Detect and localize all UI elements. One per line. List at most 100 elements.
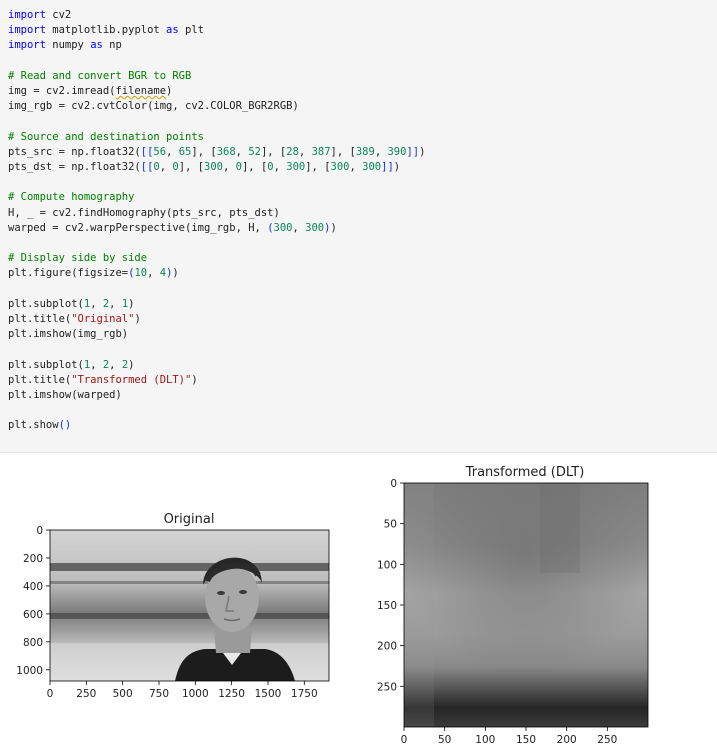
code-token: , (298, 145, 312, 158)
code-line: plt.subplot(1, 2, 2) (8, 358, 134, 373)
code-token: pts_dst = np.float32( (8, 161, 141, 173)
code-token: 387 (311, 145, 331, 158)
code-token: 10 (134, 267, 148, 280)
code-line: plt.imshow(img_rgb) (8, 327, 128, 342)
code-token: 389 (355, 145, 375, 158)
code-token: np (102, 39, 122, 52)
x-tick-label: 500 (113, 688, 133, 700)
y-tick-label: 100 (377, 559, 397, 571)
code-token: matplotlib.pyplot (45, 24, 167, 37)
code-token: [[ (140, 161, 154, 173)
code-token: , (166, 145, 179, 158)
code-line: # Display side by side (8, 251, 147, 266)
code-line: import matplotlib.pyplot as plt (8, 23, 204, 38)
code-token: pts_src = np.float32( (8, 145, 141, 158)
code-token: 300 (362, 161, 382, 173)
transformed-axes: Transformed (DLT) 0 50 100 150 200 250 0 50 100… (377, 465, 649, 746)
code-line: plt.show() (8, 418, 71, 433)
code-line: warped = cv2.warpPerspective(img_rgb, H,… (8, 221, 337, 236)
code-token: ]] (381, 161, 394, 173)
y-tick-label: 200 (23, 553, 43, 565)
code-token: plt.subplot( (8, 297, 84, 310)
y-tick-label: 400 (23, 581, 43, 593)
x-tick-label: 50 (438, 734, 451, 746)
code-token: plt (178, 24, 204, 37)
code-token: , (223, 161, 236, 173)
code-token: plt.imshow(img_rgb) (8, 328, 129, 341)
code-token: ) (393, 161, 401, 173)
code-token: , (90, 358, 103, 371)
output-area: Original 0 250 500 750 1000 1250 1500 17… (0, 453, 717, 748)
code-token: [[ (140, 145, 154, 158)
code-token: import (8, 24, 46, 37)
code-token: 300 (305, 221, 325, 234)
figure: Original 0 250 500 750 1000 1250 1500 17… (16, 465, 649, 746)
original-axes: Original 0 250 500 750 1000 1250 1500 17… (16, 512, 330, 700)
code-token: 300 (286, 161, 306, 173)
code-token: ], [ (241, 161, 268, 173)
y-tick-label: 0 (390, 478, 397, 490)
code-token: ) (166, 85, 173, 97)
code-token: ], [ (178, 161, 205, 173)
original-image (50, 530, 329, 681)
code-token: warped = cv2.warpPerspective(img_rgb, H, (8, 221, 268, 234)
code-token: ], [ (191, 145, 217, 158)
code-token: , (349, 161, 363, 173)
code-token: , (109, 297, 122, 310)
code-token: import (8, 39, 46, 52)
code-token: ], [ (305, 161, 331, 173)
y-tick-label: 800 (23, 637, 43, 649)
transformed-image (404, 483, 648, 727)
x-tick-label: 100 (475, 734, 495, 746)
code-token: () (58, 419, 72, 432)
code-token: # Display side by side (8, 252, 148, 265)
code-token: img = cv2.imread( (8, 85, 116, 97)
x-tick-label: 0 (47, 688, 54, 700)
code-token: "Original" (71, 313, 135, 325)
code-token: # Source and destination points (8, 130, 204, 143)
code-token: ) (330, 221, 337, 234)
code-token: ) (134, 313, 141, 325)
code-line: import cv2 (8, 8, 71, 23)
code-token: , (109, 358, 122, 371)
code-token: 56 (153, 145, 167, 158)
x-tick-label: 750 (149, 688, 169, 700)
code-line: img_rgb = cv2.cvtColor(img, cv2.COLOR_BG… (8, 99, 299, 114)
code-token: ) (191, 373, 198, 386)
code-token: numpy (45, 39, 91, 52)
code-line: plt.imshow(warped) (8, 388, 122, 403)
code-line: plt.title("Transformed (DLT)") (8, 373, 198, 388)
code-token: 28 (286, 145, 299, 158)
code-token: plt.imshow(warped) (8, 389, 122, 401)
code-token: import (8, 9, 46, 21)
code-line: pts_src = np.float32([[56, 65], [368, 52… (8, 145, 425, 160)
y-tick-label: 150 (377, 600, 397, 612)
code-token: ], [ (330, 145, 356, 158)
code-token: , (273, 161, 287, 173)
code-token: 65 (178, 145, 192, 158)
code-token: , (90, 297, 103, 310)
code-token: ], [ (260, 145, 287, 158)
y-tick-label: 1000 (16, 665, 43, 677)
code-token: # Read and convert BGR to RGB (8, 69, 192, 82)
code-token: as (90, 39, 103, 52)
code-token: 300 (273, 221, 293, 234)
code-line: import numpy as np (8, 38, 122, 53)
code-cell[interactable]: import cv2 import matplotlib.pyplot as pl… (0, 0, 717, 453)
code-token: 300 (330, 161, 350, 173)
code-line: plt.title("Original") (8, 312, 141, 327)
code-token: 300 (204, 161, 223, 173)
code-token: img_rgb = cv2.cvtColor(img, cv2.COLOR_BG… (8, 100, 299, 113)
code-token: ) (128, 358, 135, 371)
code-token: , (292, 221, 306, 234)
code-token: plt.show (8, 419, 59, 432)
code-token: ]] (406, 145, 420, 158)
code-token: as (166, 24, 179, 37)
code-token: plt.subplot( (8, 358, 84, 371)
code-token: , (147, 267, 160, 280)
code-token: plt.title( (8, 313, 72, 325)
x-tick-label: 1250 (218, 688, 245, 700)
x-tick-label: 200 (557, 734, 577, 746)
y-tick-label: 200 (377, 641, 397, 653)
y-tick-label: 0 (36, 525, 43, 537)
